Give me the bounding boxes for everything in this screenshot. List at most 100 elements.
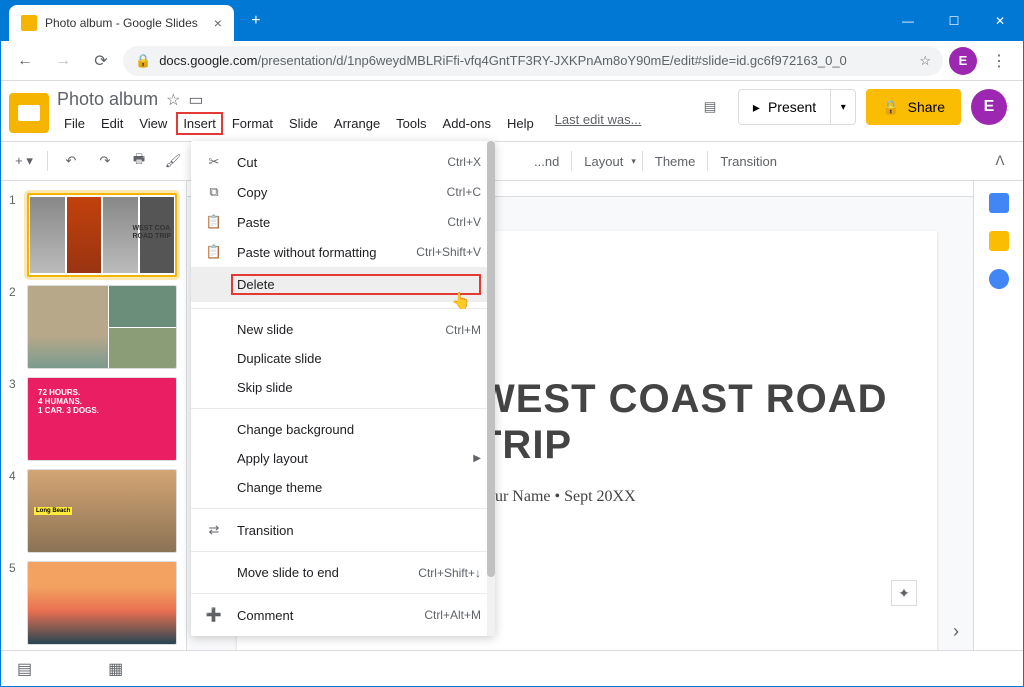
- bookmark-star-icon[interactable]: ☆: [919, 53, 931, 69]
- copy-icon: ⧉: [205, 184, 223, 200]
- menubar: File Edit View Insert Format Slide Arran…: [57, 112, 684, 135]
- paste-icon: 📋: [205, 214, 223, 230]
- grid-view-icon[interactable]: ▦: [108, 659, 123, 679]
- slide-number: 5: [9, 561, 21, 645]
- print-button[interactable]: 🖶: [124, 146, 154, 176]
- menu-help[interactable]: Help: [500, 112, 541, 135]
- transition-icon: ⇄: [205, 522, 223, 538]
- toolbar-theme[interactable]: Theme: [649, 146, 701, 176]
- app-header: Photo album ☆ ▭ File Edit View Insert Fo…: [1, 81, 1023, 135]
- ctx-comment[interactable]: ➕CommentCtrl+Alt+M: [191, 600, 495, 630]
- paint-format-button[interactable]: 🖌: [158, 146, 188, 176]
- toolbar: + ▾ ↶ ↷ 🖶 🖌 ...nd Layout▾ Theme Transiti…: [1, 141, 1023, 181]
- play-icon: ▸: [753, 99, 760, 116]
- slides-favicon: [21, 15, 37, 31]
- toolbar-layout[interactable]: Layout: [578, 146, 629, 176]
- doc-star-icon[interactable]: ☆: [166, 90, 180, 110]
- window-controls: — ☐ ✕: [885, 1, 1023, 41]
- browser-address-bar: ← → ⟳ 🔒 docs.google.com/presentation/d/1…: [1, 41, 1023, 81]
- menu-edit[interactable]: Edit: [94, 112, 130, 135]
- filmstrip-view-icon[interactable]: ▤: [17, 659, 32, 679]
- window-close-button[interactable]: ✕: [977, 1, 1023, 41]
- nav-back-button[interactable]: ←: [9, 45, 41, 77]
- slide-number: 3: [9, 377, 21, 461]
- menu-file[interactable]: File: [57, 112, 92, 135]
- present-button[interactable]: ▸Present: [739, 90, 831, 124]
- ctx-paste[interactable]: 📋PasteCtrl+V: [191, 207, 495, 237]
- last-edit-link[interactable]: Last edit was...: [555, 112, 642, 135]
- ctx-scrollbar[interactable]: [487, 141, 495, 636]
- ctx-paste-no-format[interactable]: 📋Paste without formattingCtrl+Shift+V: [191, 237, 495, 267]
- explore-button[interactable]: ✦: [891, 580, 917, 606]
- present-button-group: ▸Present ▾: [738, 89, 856, 125]
- bottom-bar: ▤ ▦: [1, 650, 1023, 686]
- slide-thumb-4[interactable]: Long Beach: [27, 469, 177, 553]
- menu-insert[interactable]: Insert: [176, 112, 223, 135]
- ctx-skip-slide[interactable]: Skip slide: [191, 373, 495, 402]
- doc-title[interactable]: Photo album: [57, 89, 158, 110]
- calendar-icon[interactable]: [989, 193, 1009, 213]
- browser-profile-avatar[interactable]: E: [949, 47, 977, 75]
- user-avatar[interactable]: E: [971, 89, 1007, 125]
- slide-number: 4: [9, 469, 21, 553]
- lock-icon: 🔒: [882, 99, 899, 116]
- ctx-change-theme[interactable]: Change theme: [191, 473, 495, 502]
- slide-title[interactable]: WEST COAST ROAD TRIP: [477, 376, 917, 468]
- ctx-apply-layout[interactable]: Apply layout▶: [191, 444, 495, 473]
- redo-button[interactable]: ↷: [90, 146, 120, 176]
- menu-slide[interactable]: Slide: [282, 112, 325, 135]
- window-maximize-button[interactable]: ☐: [931, 1, 977, 41]
- slide-thumb-1[interactable]: WEST COA ROAD TRIP: [27, 193, 177, 277]
- ctx-duplicate-slide[interactable]: Duplicate slide: [191, 344, 495, 373]
- right-sidebar: [973, 181, 1023, 650]
- context-menu: ✂CutCtrl+X ⧉CopyCtrl+C 📋PasteCtrl+V 📋Pas…: [191, 141, 495, 636]
- ctx-transition[interactable]: ⇄Transition: [191, 515, 495, 545]
- undo-button[interactable]: ↶: [56, 146, 86, 176]
- url-text: docs.google.com/presentation/d/1np6weydM…: [159, 53, 847, 68]
- slide-panel: 1 WEST COA ROAD TRIP 2 3 72 HOURS. 4 HUM…: [1, 181, 187, 650]
- ctx-delete[interactable]: Delete: [191, 267, 495, 302]
- slide-thumb-3[interactable]: 72 HOURS. 4 HUMANS. 1 CAR. 3 DOGS.: [27, 377, 177, 461]
- slide-thumb-5[interactable]: [27, 561, 177, 645]
- url-field[interactable]: 🔒 docs.google.com/presentation/d/1np6wey…: [123, 46, 943, 76]
- tasks-icon[interactable]: [989, 269, 1009, 289]
- slide-number: 2: [9, 285, 21, 369]
- toolbar-collapse-icon[interactable]: ᐱ: [985, 146, 1015, 176]
- cut-icon: ✂: [205, 154, 223, 170]
- comment-icon: ➕: [205, 607, 223, 623]
- ctx-separator: [191, 593, 495, 594]
- ctx-new-slide[interactable]: New slideCtrl+M: [191, 315, 495, 344]
- share-button[interactable]: 🔒Share: [866, 89, 961, 125]
- slide-thumb-2[interactable]: [27, 285, 177, 369]
- present-dropdown[interactable]: ▾: [831, 90, 855, 124]
- doc-move-icon[interactable]: ▭: [188, 90, 203, 110]
- browser-tab[interactable]: Photo album - Google Slides ×: [9, 5, 234, 41]
- menu-addons[interactable]: Add-ons: [436, 112, 498, 135]
- ctx-move-to-end[interactable]: Move slide to endCtrl+Shift+↓: [191, 558, 495, 587]
- tab-close-icon[interactable]: ×: [214, 15, 222, 31]
- new-slide-button[interactable]: + ▾: [9, 146, 39, 176]
- keep-icon[interactable]: [989, 231, 1009, 251]
- menu-format[interactable]: Format: [225, 112, 280, 135]
- toolbar-background[interactable]: ...nd: [528, 146, 565, 176]
- slide-subtitle[interactable]: Your Name • Sept 20XX: [477, 488, 917, 506]
- ctx-change-background[interactable]: Change background: [191, 415, 495, 444]
- ctx-cut[interactable]: ✂CutCtrl+X: [191, 147, 495, 177]
- comments-button[interactable]: ▤: [692, 89, 728, 125]
- ctx-separator: [191, 308, 495, 309]
- ctx-separator: [191, 408, 495, 409]
- menu-view[interactable]: View: [132, 112, 174, 135]
- tab-title: Photo album - Google Slides: [45, 16, 198, 30]
- ctx-copy[interactable]: ⧉CopyCtrl+C: [191, 177, 495, 207]
- toolbar-transition[interactable]: Transition: [714, 146, 783, 176]
- side-panel-chevron-icon[interactable]: ›: [953, 621, 959, 642]
- nav-reload-button[interactable]: ⟳: [85, 45, 117, 77]
- paste-icon: 📋: [205, 244, 223, 260]
- nav-forward-button[interactable]: →: [47, 45, 79, 77]
- new-tab-button[interactable]: +: [242, 7, 270, 35]
- menu-arrange[interactable]: Arrange: [327, 112, 387, 135]
- window-minimize-button[interactable]: —: [885, 1, 931, 41]
- menu-tools[interactable]: Tools: [389, 112, 433, 135]
- browser-menu-button[interactable]: ⋮: [983, 51, 1015, 71]
- slides-logo[interactable]: [9, 93, 49, 133]
